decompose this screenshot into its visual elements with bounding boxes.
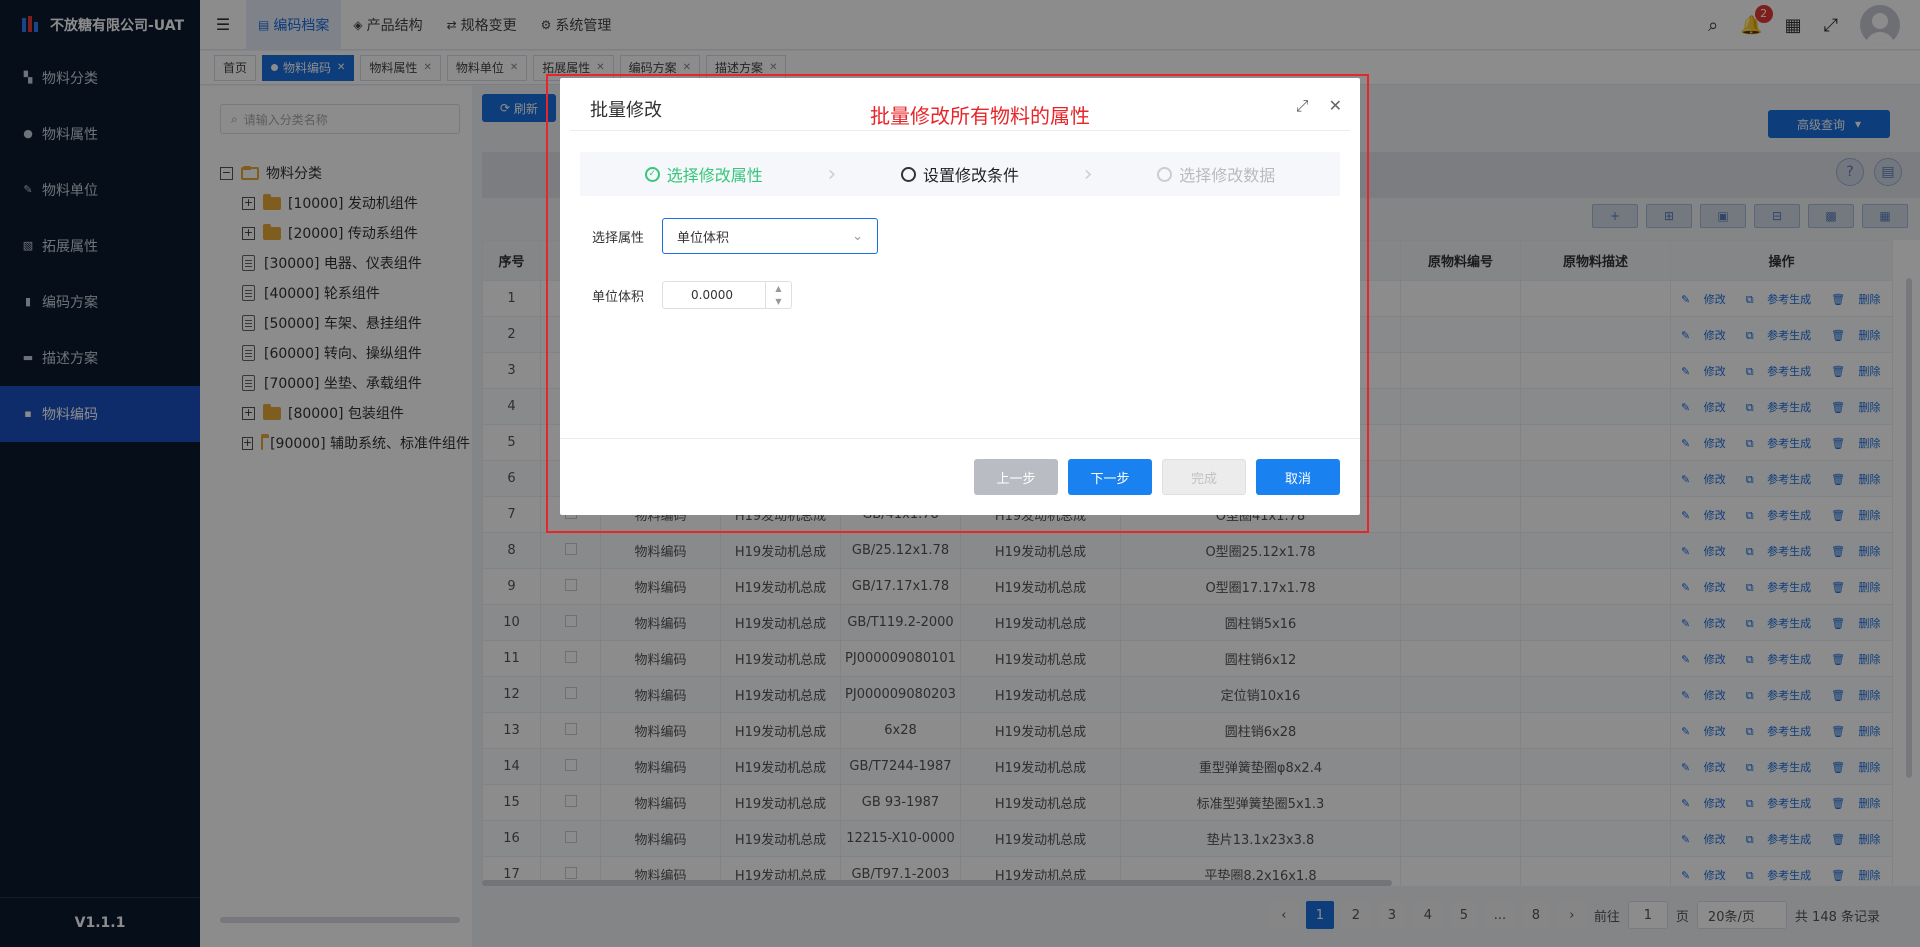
annotation-highlight-box — [546, 74, 1369, 533]
